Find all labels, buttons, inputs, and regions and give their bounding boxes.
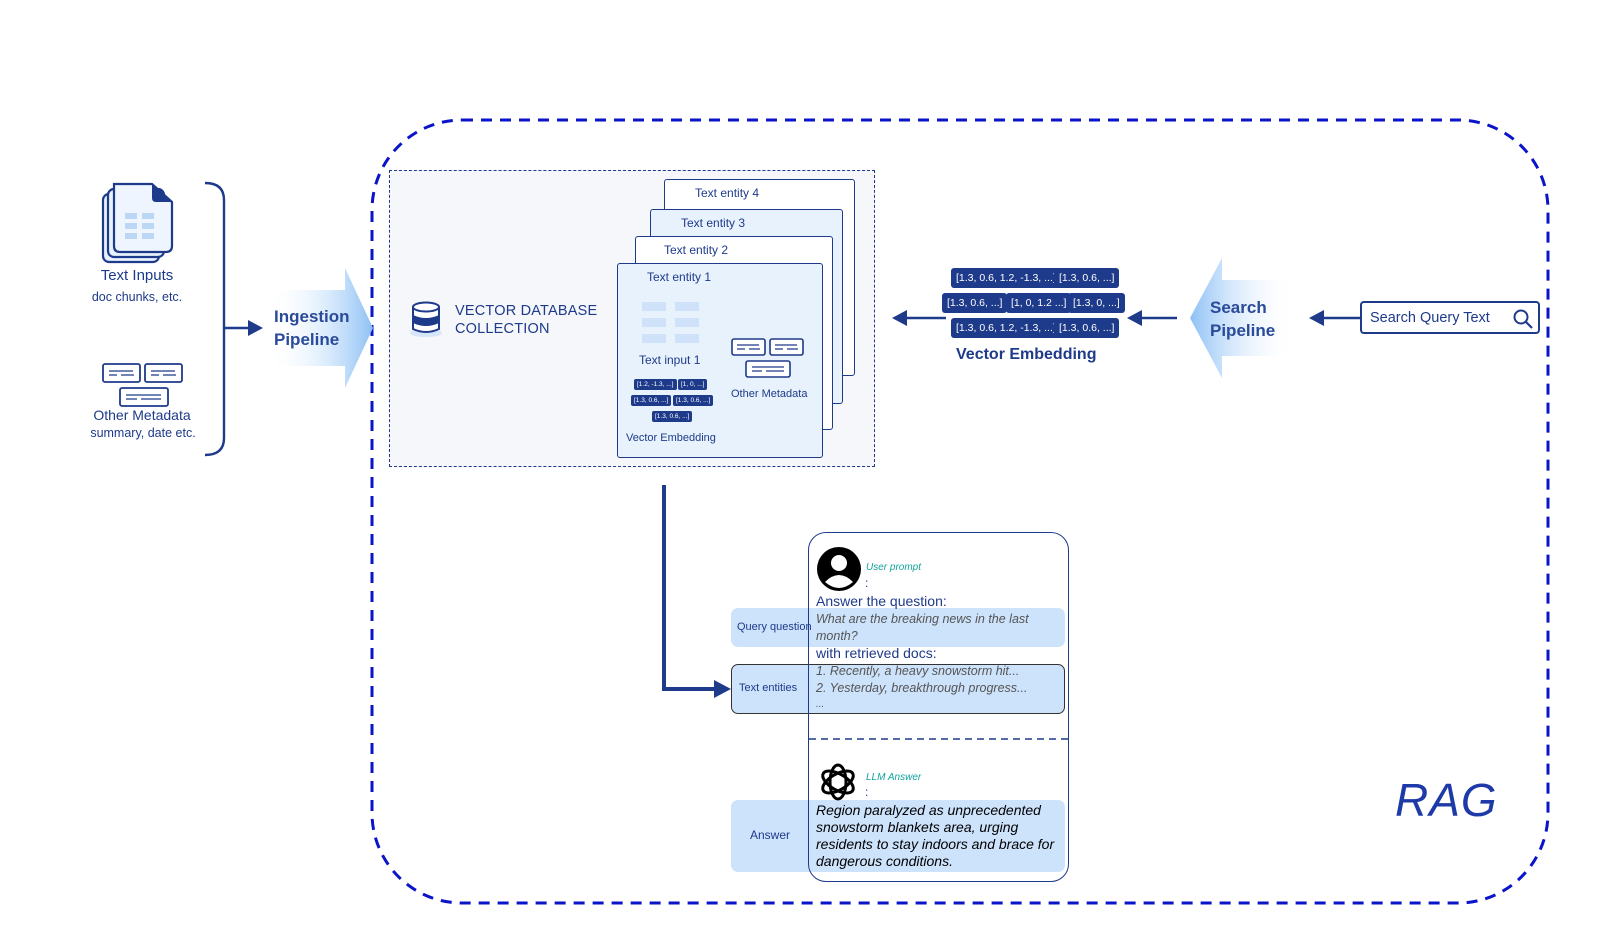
llm-answer-line: dangerous conditions. xyxy=(816,853,953,869)
entity-embedding-label: Vector Embedding xyxy=(626,432,716,444)
text-entity-1-label: Text entity 1 xyxy=(647,270,712,284)
retrieval-arrow-line xyxy=(662,485,716,691)
entity-embedding-chip: [1.2, -1.3, ...] xyxy=(634,379,677,390)
other-metadata-title: Other Metadata xyxy=(93,407,191,423)
query-embedding-chip: [1.3, 0.6, 1.2, -1.3, ...] xyxy=(951,268,1061,288)
llm-answer-colon: : xyxy=(865,785,869,799)
vector-db-title: VECTOR DATABASE COLLECTION xyxy=(455,302,597,338)
query-embedding-chip: [1.3, 0.6, ...] xyxy=(942,293,1008,313)
retrieved-doc-item: 2. Yesterday, breakthrough progress... xyxy=(816,681,1028,695)
ingestion-line2: Pipeline xyxy=(274,330,340,349)
metadata-cards-icon xyxy=(102,363,183,407)
openai-logo-icon xyxy=(821,763,855,801)
user-prompt-role: User prompt xyxy=(866,562,922,573)
text-documents-icon xyxy=(101,182,174,264)
user-avatar-icon xyxy=(817,547,861,591)
query-embedding-chip: [1.3, 0, ...] xyxy=(1068,293,1125,313)
retrieved-doc-item: 1. Recently, a heavy snowstorm hit... xyxy=(816,664,1020,678)
retrieval-arrow-head xyxy=(714,680,731,698)
text-entity-4-label: Text entity 4 xyxy=(695,186,760,200)
text-entity-2-label: Text entity 2 xyxy=(664,243,729,257)
query-to-pipeline-head xyxy=(1309,310,1324,326)
query-embedding-chip: [1.3, 0.6, 1.2, -1.3, ...] xyxy=(951,318,1061,338)
vector-db-title-line1: VECTOR DATABASE xyxy=(455,303,598,319)
text-inputs-subtitle: doc chunks, etc. xyxy=(91,290,183,304)
query-embedding-label: Vector Embedding xyxy=(956,346,1097,363)
with-retrieved-docs-text: with retrieved docs: xyxy=(816,645,937,661)
text-input-icon xyxy=(642,302,699,343)
llm-answer-line: residents to stay indoors and brace for xyxy=(816,836,1055,852)
rag-label: RAG xyxy=(1395,774,1498,826)
answer-the-question-text: Answer the question: xyxy=(816,593,947,609)
query-question-label: Query question xyxy=(737,621,812,633)
embedding-to-db-head xyxy=(892,310,907,326)
search-query-input[interactable]: Search Query Text xyxy=(1360,301,1540,334)
llm-answer-role: LLM Answer xyxy=(866,772,922,783)
search-query-text: Search Query Text xyxy=(1370,310,1490,326)
text-entity-3-label: Text entity 3 xyxy=(681,216,746,230)
search-icon[interactable] xyxy=(1512,308,1534,330)
entity-embedding-chip: [1.3, 0.6, ...] xyxy=(631,395,672,406)
retrieved-doc-item: ... xyxy=(816,699,825,710)
entity-embedding-chip: [1.3, 0.6, ...] xyxy=(673,395,714,406)
text-input-1-label: Text input 1 xyxy=(639,353,701,367)
entity-embedding-chip: [1.3, 0.6, ...] xyxy=(652,411,693,422)
bracket-arrow-head xyxy=(248,320,263,336)
text-entity-card-1[interactable]: Text entity 1 Text input 1 Other Metadat… xyxy=(617,263,823,458)
user-prompt-colon: : xyxy=(865,576,869,590)
entity-metadata-icon xyxy=(731,338,804,378)
llm-answer-line: snowstorm blankets area, urging xyxy=(816,819,1019,835)
other-metadata-subtitle: summary, date etc. xyxy=(90,426,196,440)
search-pipeline-label: Search Pipeline xyxy=(1210,296,1275,342)
entity-metadata-label: Other Metadata xyxy=(731,388,808,400)
vector-db-title-line2: COLLECTION xyxy=(455,321,550,337)
text-inputs-title: Text Inputs xyxy=(100,267,174,284)
query-question-line1: What are the breaking news in the last xyxy=(816,612,1029,626)
ingestion-pipeline-label: Ingestion Pipeline xyxy=(274,305,350,351)
query-embedding-chip: [1.3, 0.6, ...] xyxy=(1054,268,1120,288)
search-pipeline-line1: Search xyxy=(1210,298,1267,317)
entity-embedding-chip: [1, 0, ...] xyxy=(678,379,708,390)
llm-answer-line: Region paralyzed as unprecedented xyxy=(816,802,1041,818)
query-question-line2: month? xyxy=(816,629,858,643)
query-embedding-chip: [1.3, 0.6, ...] xyxy=(1054,318,1120,338)
search-to-embedding-head xyxy=(1127,310,1142,326)
answer-label: Answer xyxy=(750,828,791,842)
prompt-answer-divider xyxy=(809,738,1069,740)
ingestion-line1: Ingestion xyxy=(274,307,350,326)
search-pipeline-line2: Pipeline xyxy=(1210,321,1276,340)
diagram-connectors xyxy=(204,118,1550,905)
query-embedding-chip: [1, 0, 1.2 ...] xyxy=(1006,293,1072,313)
text-entities-label: Text entities xyxy=(739,682,798,694)
database-icon xyxy=(410,301,442,337)
